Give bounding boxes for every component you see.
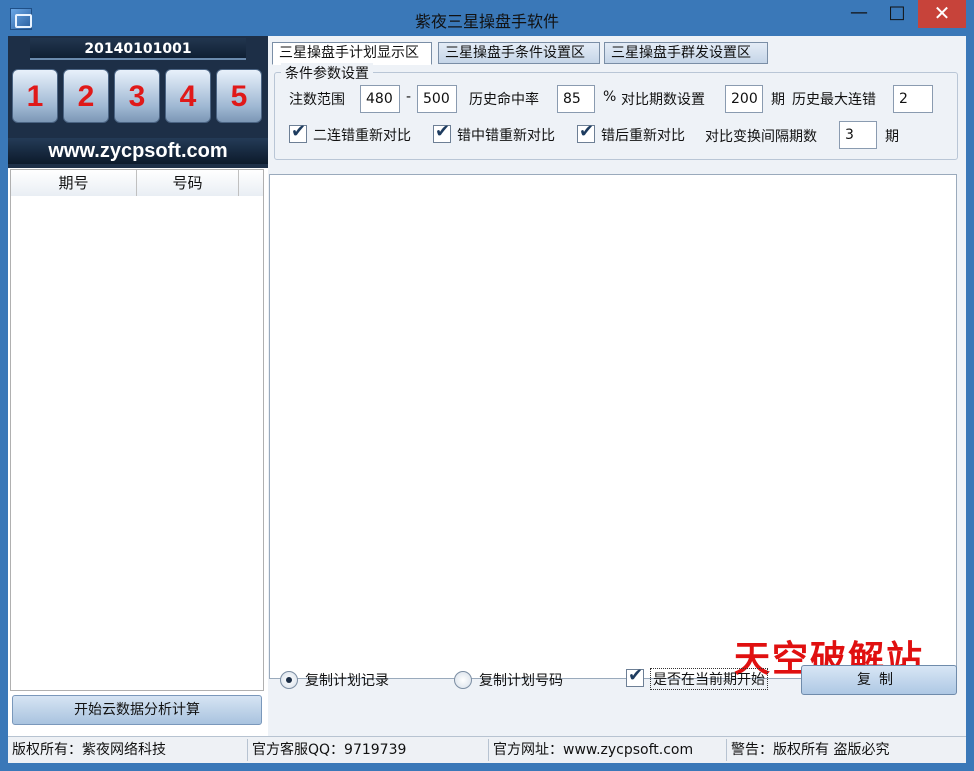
history-list[interactable] <box>10 196 264 691</box>
checkbox-label: 是否在当前期开始 <box>650 668 768 690</box>
maximize-button[interactable]: □ <box>878 0 916 28</box>
checkbox-label: 二连错重新对比 <box>313 125 411 145</box>
period-unit: 期 <box>771 89 785 109</box>
checkbox-checked-icon[interactable] <box>626 669 644 687</box>
checkbox-checked-icon[interactable] <box>289 125 307 143</box>
radio-selected-icon[interactable] <box>280 671 298 689</box>
bottom-controls: 复制计划记录 复制计划号码 是否在当前期开始 复制 <box>268 657 966 697</box>
hit-rate-field[interactable]: 85 <box>557 85 595 113</box>
tab-broadcast-settings[interactable]: 三星操盘手群发设置区 <box>604 42 768 64</box>
number-ball: 3 <box>114 69 160 123</box>
lottery-banner: 20140101001 1 2 3 4 5 www.zycpsoft.com <box>8 36 268 168</box>
radio-label: 复制计划号码 <box>479 670 563 690</box>
interval-field[interactable]: 3 <box>839 121 877 149</box>
bet-max-field[interactable]: 500 <box>417 85 457 113</box>
condition-groupbox: 条件参数设置 注数范围 480 - 500 历史命中率 85 % 对比期数设置 … <box>274 72 958 160</box>
checkbox-checked-icon[interactable] <box>577 125 595 143</box>
history-list-header: 期号 号码 <box>10 169 264 197</box>
checkbox-two-miss[interactable]: 二连错重新对比 <box>289 123 419 147</box>
client-area: 20140101001 1 2 3 4 5 www.zycpsoft.com 期… <box>8 36 966 763</box>
radio-copy-record[interactable]: 复制计划记录 <box>280 669 420 691</box>
number-ball: 2 <box>63 69 109 123</box>
copy-button[interactable]: 复制 <box>801 665 957 695</box>
checkbox-checked-icon[interactable] <box>433 125 451 143</box>
number-ball: 1 <box>12 69 58 123</box>
checkbox-miss-hit-miss[interactable]: 错中错重新对比 <box>433 123 563 147</box>
left-panel: 20140101001 1 2 3 4 5 www.zycpsoft.com 期… <box>8 36 268 736</box>
column-header-issue[interactable]: 期号 <box>11 170 137 196</box>
start-analysis-button[interactable]: 开始云数据分析计算 <box>12 695 262 725</box>
number-ball: 5 <box>216 69 262 123</box>
status-qq: 官方客服QQ：9719739 <box>248 739 489 761</box>
percent-sign: % <box>603 89 616 105</box>
bet-min-field[interactable]: 480 <box>360 85 400 113</box>
radio-unselected-icon[interactable] <box>454 671 472 689</box>
main-window: 紫夜三星操盘手软件 — □ ✕ 20140101001 1 2 3 4 5 ww… <box>0 0 974 771</box>
max-miss-field[interactable]: 2 <box>893 85 933 113</box>
tab-content: 条件参数设置 注数范围 480 - 500 历史命中率 85 % 对比期数设置 … <box>268 64 966 736</box>
window-title: 紫夜三星操盘手软件 <box>0 8 974 32</box>
radio-copy-numbers[interactable]: 复制计划号码 <box>454 669 594 691</box>
hit-rate-label: 历史命中率 <box>469 89 539 109</box>
group-title: 条件参数设置 <box>281 63 373 83</box>
status-bar: 版权所有：紫夜网络科技 官方客服QQ：9719739 官方网址：www.zycp… <box>8 736 966 763</box>
title-bar[interactable]: 紫夜三星操盘手软件 — □ ✕ <box>0 0 974 36</box>
number-balls: 1 2 3 4 5 <box>12 69 264 125</box>
plan-output-area[interactable]: 天空破解站 <box>269 174 957 679</box>
max-miss-label: 历史最大连错 <box>792 89 876 109</box>
column-header-numbers[interactable]: 号码 <box>137 170 239 196</box>
number-ball: 4 <box>165 69 211 123</box>
radio-label: 复制计划记录 <box>305 670 389 690</box>
status-website: 官方网址：www.zycpsoft.com <box>489 739 727 761</box>
issue-number: 20140101001 <box>30 38 246 60</box>
bet-range-label: 注数范围 <box>289 89 345 109</box>
interval-label: 对比变换间隔期数 <box>705 126 817 146</box>
checkbox-label: 错中错重新对比 <box>457 125 555 145</box>
right-panel: 三星操盘手计划显示区 三星操盘手条件设置区 三星操盘手群发设置区 条件参数设置 … <box>268 36 966 736</box>
tab-plan-display[interactable]: 三星操盘手计划显示区 <box>272 42 432 65</box>
status-copyright: 版权所有：紫夜网络科技 <box>8 739 248 761</box>
tab-condition-settings[interactable]: 三星操盘手条件设置区 <box>438 42 600 64</box>
minimize-button[interactable]: — <box>840 0 878 28</box>
compare-periods-label: 对比期数设置 <box>621 89 705 109</box>
close-button[interactable]: ✕ <box>918 0 966 28</box>
checkbox-after-miss[interactable]: 错后重新对比 <box>577 123 697 147</box>
compare-periods-field[interactable]: 200 <box>725 85 763 113</box>
status-warning: 警告：版权所有 盗版必究 <box>727 739 966 761</box>
range-dash: - <box>406 89 411 105</box>
site-url: www.zycpsoft.com <box>8 138 268 164</box>
checkbox-label: 错后重新对比 <box>601 125 685 145</box>
interval-unit: 期 <box>885 126 899 146</box>
